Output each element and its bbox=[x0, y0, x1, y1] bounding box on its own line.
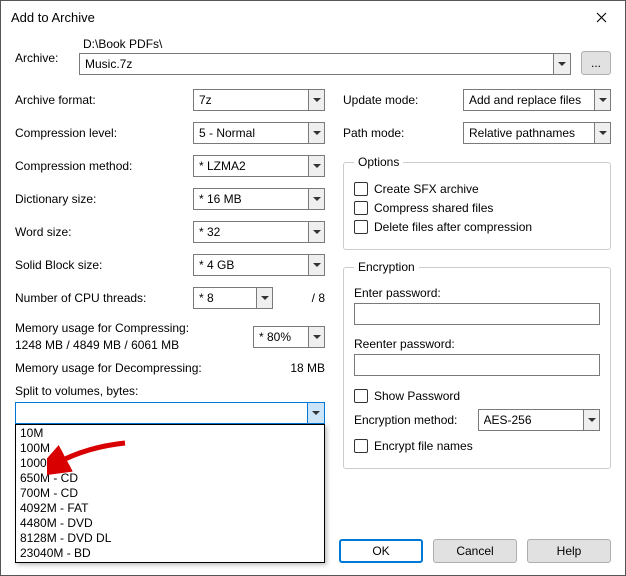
compression-level-label: Compression level: bbox=[15, 126, 193, 140]
encryption-legend: Encryption bbox=[354, 260, 419, 274]
solid-block-size-combo[interactable]: * 4 GB bbox=[193, 254, 325, 276]
split-volumes-label: Split to volumes, bytes: bbox=[15, 384, 325, 398]
split-option[interactable]: 100M bbox=[17, 441, 323, 456]
mem-decompress-label: Memory usage for Decompressing: bbox=[15, 360, 253, 377]
chevron-down-icon bbox=[261, 296, 269, 300]
sfx-checkbox[interactable] bbox=[354, 182, 368, 196]
chevron-down-icon bbox=[313, 230, 321, 234]
split-option[interactable]: 23040M - BD bbox=[17, 546, 323, 561]
ok-button[interactable]: OK bbox=[339, 539, 423, 563]
show-password-checkbox[interactable] bbox=[354, 389, 368, 403]
split-option[interactable]: 1000M bbox=[17, 456, 323, 471]
delete-after-checkbox[interactable] bbox=[354, 220, 368, 234]
mem-compress-label: Memory usage for Compressing: bbox=[15, 320, 253, 337]
path-mode-label: Path mode: bbox=[343, 126, 463, 140]
cpu-threads-label: Number of CPU threads: bbox=[15, 291, 193, 305]
split-option[interactable]: 700M - CD bbox=[17, 486, 323, 501]
close-icon bbox=[596, 12, 607, 23]
dictionary-size-combo[interactable]: * 16 MB bbox=[193, 188, 325, 210]
mem-compress-value: 1248 MB / 4849 MB / 6061 MB bbox=[15, 337, 253, 354]
password-label: Enter password: bbox=[354, 286, 600, 300]
archive-format-combo[interactable]: 7z bbox=[193, 89, 325, 111]
chevron-down-icon bbox=[312, 411, 320, 415]
archive-label: Archive: bbox=[15, 37, 69, 65]
chevron-down-icon bbox=[313, 263, 321, 267]
help-button[interactable]: Help bbox=[527, 539, 611, 563]
word-size-combo[interactable]: * 32 bbox=[193, 221, 325, 243]
mem-decompress-value: 18 MB bbox=[253, 361, 325, 375]
compression-method-label: Compression method: bbox=[15, 159, 193, 173]
browse-button[interactable]: ... bbox=[581, 51, 611, 75]
show-password-label: Show Password bbox=[374, 389, 460, 403]
chevron-down-icon bbox=[313, 335, 321, 339]
compress-shared-checkbox[interactable] bbox=[354, 201, 368, 215]
chevron-down-icon bbox=[599, 98, 607, 102]
encryption-group: Encryption Enter password: Reenter passw… bbox=[343, 260, 611, 469]
split-option[interactable]: 10M bbox=[17, 426, 323, 441]
chevron-down-icon bbox=[313, 197, 321, 201]
encrypt-names-checkbox[interactable] bbox=[354, 439, 368, 453]
delete-after-label: Delete files after compression bbox=[374, 220, 532, 234]
chevron-down-icon bbox=[588, 418, 596, 422]
options-legend: Options bbox=[354, 155, 403, 169]
reenter-password-input[interactable] bbox=[354, 354, 600, 376]
solid-block-size-label: Solid Block size: bbox=[15, 258, 193, 272]
encrypt-names-label: Encrypt file names bbox=[374, 439, 473, 453]
chevron-down-icon bbox=[558, 62, 566, 66]
update-mode-combo[interactable]: Add and replace files bbox=[463, 89, 611, 111]
cancel-button[interactable]: Cancel bbox=[433, 539, 517, 563]
split-volumes-input[interactable] bbox=[15, 402, 325, 424]
archive-filename-dropdown[interactable] bbox=[553, 53, 571, 75]
chevron-down-icon bbox=[313, 98, 321, 102]
mem-percent-combo[interactable]: * 80% bbox=[253, 326, 325, 348]
archive-filename-combo[interactable] bbox=[79, 53, 571, 75]
archive-path-text: D:\Book PDFs\ bbox=[79, 37, 571, 51]
close-button[interactable] bbox=[581, 2, 621, 32]
compress-shared-label: Compress shared files bbox=[374, 201, 493, 215]
update-mode-label: Update mode: bbox=[343, 93, 463, 107]
split-volumes-listbox[interactable]: 10M100M1000M650M - CD700M - CD4092M - FA… bbox=[15, 424, 325, 563]
path-mode-combo[interactable]: Relative pathnames bbox=[463, 122, 611, 144]
archive-filename-input[interactable] bbox=[79, 53, 553, 75]
split-option[interactable]: 4092M - FAT bbox=[17, 501, 323, 516]
word-size-label: Word size: bbox=[15, 225, 193, 239]
split-option[interactable]: 650M - CD bbox=[17, 471, 323, 486]
chevron-down-icon bbox=[313, 164, 321, 168]
chevron-down-icon bbox=[313, 131, 321, 135]
dictionary-size-label: Dictionary size: bbox=[15, 192, 193, 206]
options-group: Options Create SFX archive Compress shar… bbox=[343, 155, 611, 250]
chevron-down-icon bbox=[599, 131, 607, 135]
encryption-method-label: Encryption method: bbox=[354, 413, 470, 427]
window-title: Add to Archive bbox=[11, 10, 581, 25]
compression-level-combo[interactable]: 5 - Normal bbox=[193, 122, 325, 144]
split-option[interactable]: 4480M - DVD bbox=[17, 516, 323, 531]
reenter-password-label: Reenter password: bbox=[354, 337, 600, 351]
split-option[interactable]: 8128M - DVD DL bbox=[17, 531, 323, 546]
password-input[interactable] bbox=[354, 303, 600, 325]
cpu-threads-combo[interactable]: * 8 bbox=[193, 287, 273, 309]
encryption-method-combo[interactable]: AES-256 bbox=[478, 409, 601, 431]
cpu-threads-max: / 8 bbox=[283, 291, 325, 305]
archive-format-label: Archive format: bbox=[15, 93, 193, 107]
split-volumes-dropdown[interactable] bbox=[307, 402, 325, 424]
sfx-label: Create SFX archive bbox=[374, 182, 479, 196]
compression-method-combo[interactable]: * LZMA2 bbox=[193, 155, 325, 177]
